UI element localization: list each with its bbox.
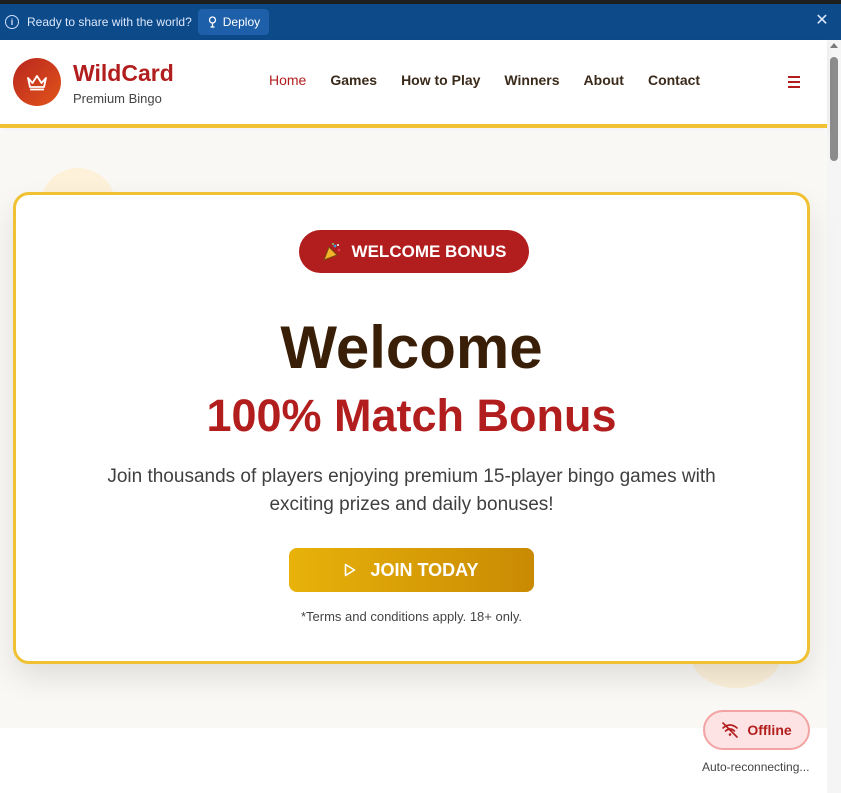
- party-popper-icon: [322, 242, 340, 261]
- logo[interactable]: [13, 58, 61, 106]
- welcome-bonus-card: WELCOME BONUS Welcome 100% Match Bonus J…: [13, 192, 810, 664]
- hero-description: Join thousands of players enjoying premi…: [107, 466, 716, 515]
- hamburger-icon[interactable]: [788, 76, 800, 91]
- nav-home[interactable]: Home: [269, 72, 306, 88]
- offline-status-button[interactable]: Offline: [703, 710, 810, 750]
- hero-subtitle: 100% Match Bonus: [206, 390, 617, 441]
- crown-icon: [27, 75, 47, 91]
- nav-games[interactable]: Games: [330, 72, 377, 88]
- offline-label: Offline: [747, 722, 792, 738]
- join-today-button[interactable]: JOIN TODAY: [289, 548, 534, 592]
- terms-text: *Terms and conditions apply. 18+ only.: [300, 609, 522, 624]
- nav-winners[interactable]: Winners: [504, 72, 559, 88]
- brand-subtitle: Premium Bingo: [73, 91, 162, 106]
- hero-title: Welcome: [280, 314, 543, 381]
- nav-about[interactable]: About: [584, 72, 624, 88]
- welcome-bonus-badge: WELCOME BONUS: [299, 230, 529, 273]
- close-icon[interactable]: ✕: [815, 13, 829, 29]
- join-today-label: JOIN TODAY: [370, 559, 479, 580]
- wifi-off-icon: [722, 722, 739, 738]
- brand[interactable]: WildCard Premium Bingo: [73, 60, 174, 106]
- badge-label: WELCOME BONUS: [351, 241, 507, 261]
- scroll-up-arrow[interactable]: [830, 43, 838, 48]
- deploy-label: Deploy: [222, 15, 261, 29]
- deploy-icon: [208, 16, 216, 28]
- main-nav: Home Games How to Play Winners About Con…: [257, 72, 712, 88]
- notice-message: Ready to share with the world?: [27, 15, 192, 29]
- play-icon: [345, 563, 356, 577]
- info-icon: i: [5, 15, 19, 29]
- nav-contact[interactable]: Contact: [648, 72, 700, 88]
- scrollbar-thumb[interactable]: [830, 57, 838, 161]
- nav-how-to-play[interactable]: How to Play: [401, 72, 480, 88]
- deploy-button[interactable]: Deploy: [197, 9, 270, 35]
- brand-name: WildCard: [73, 60, 174, 86]
- site-header: WildCard Premium Bingo Home Games How to…: [0, 40, 827, 128]
- reconnect-status: Auto-reconnecting...: [702, 760, 810, 774]
- deploy-notice-bar: i Ready to share with the world? Deploy …: [0, 4, 841, 40]
